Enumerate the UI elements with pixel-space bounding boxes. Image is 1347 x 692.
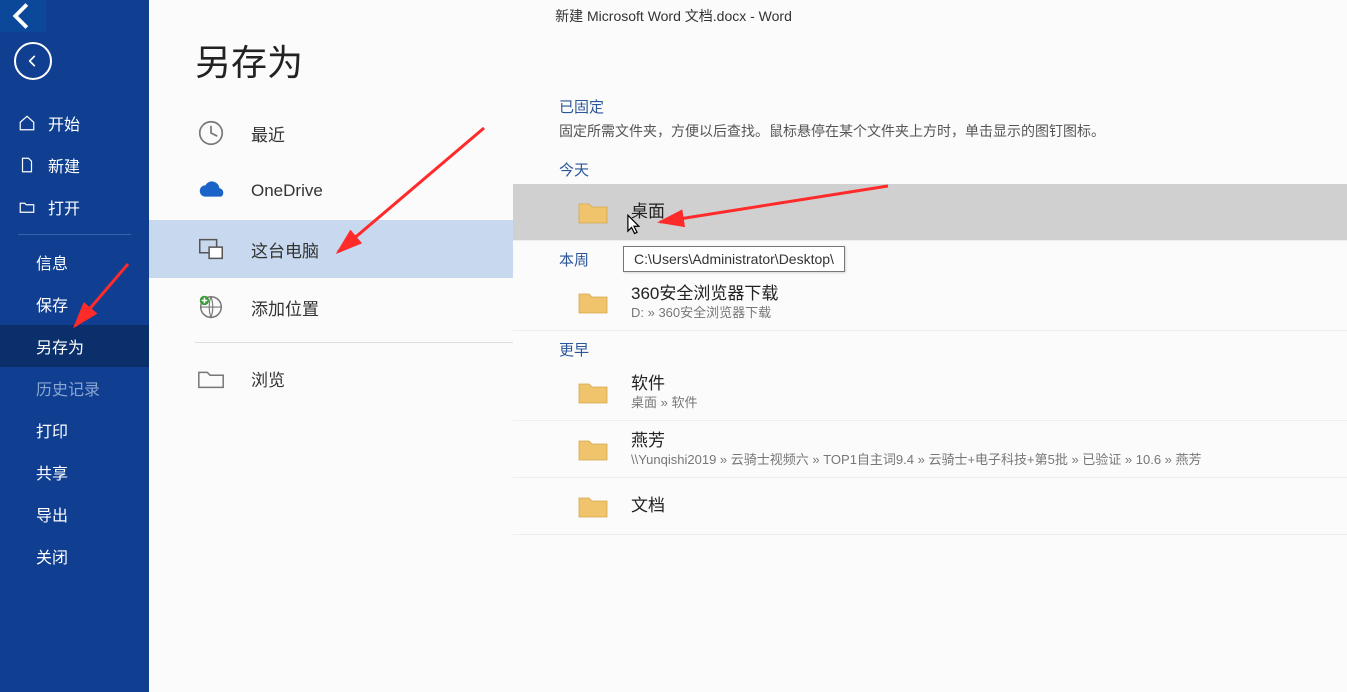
nav-label: 共享 (36, 460, 68, 484)
option-browse[interactable]: 浏览 (149, 349, 513, 407)
nav-label: 信息 (36, 250, 68, 274)
pinned-title: 已固定 (559, 96, 1347, 117)
nav-label: 历史记录 (36, 376, 100, 400)
group-label: 更早 (559, 339, 1347, 360)
globeplus-icon (195, 292, 227, 322)
nav-item-history: 历史记录 (0, 367, 149, 409)
nav-label: 保存 (36, 292, 68, 316)
folder-name: 桌面 (631, 201, 665, 223)
main-area: 另存为 最近 OneDrive 这台电脑添加位置浏览 已固定固定所需文件夹，方便以后… (149, 0, 1347, 692)
folder-icon (195, 363, 227, 393)
folder-icon (575, 492, 611, 520)
folder-name: 燕芳 (631, 430, 1202, 452)
title-bar: 新建 Microsoft Word 文档.docx - Word (0, 0, 1347, 32)
nav-item-close[interactable]: 关闭 (0, 535, 149, 577)
nav-item-new[interactable]: 新建 (0, 144, 149, 186)
folder-row[interactable]: 软件桌面 » 软件 (513, 364, 1347, 421)
option-label: 添加位置 (251, 295, 319, 320)
path-tooltip: C:\Users\Administrator\Desktop\ (623, 246, 845, 272)
clock-icon (195, 118, 227, 148)
folder-list: 已固定固定所需文件夹，方便以后查找。鼠标悬停在某个文件夹上方时，单击显示的图钉图… (513, 96, 1347, 535)
folder-icon (575, 288, 611, 316)
folder-name: 文档 (631, 495, 665, 517)
folder-row[interactable]: 燕芳\\Yunqishi2019 » 云骑士视频六 » TOP1自主词9.4 »… (513, 421, 1347, 478)
open-icon (18, 198, 36, 216)
folder-row[interactable]: 文档 (513, 478, 1347, 535)
cloud-icon (195, 176, 227, 206)
folder-path: 桌面 » 软件 (631, 395, 697, 412)
pinned-desc: 固定所需文件夹，方便以后查找。鼠标悬停在某个文件夹上方时，单击显示的图钉图标。 (559, 121, 1347, 141)
folder-path: \\Yunqishi2019 » 云骑士视频六 » TOP1自主词9.4 » 云… (631, 452, 1202, 469)
folder-icon (575, 435, 611, 463)
option-label: 浏览 (251, 366, 285, 391)
nav-item-export[interactable]: 导出 (0, 493, 149, 535)
nav-label: 打印 (36, 418, 68, 442)
folder-row[interactable]: 桌面 (513, 184, 1347, 241)
page-title: 另存为 (195, 34, 1347, 86)
home-icon (18, 114, 36, 132)
nav-label: 导出 (36, 502, 68, 526)
back-button[interactable] (14, 42, 52, 80)
folder-path: D: » 360安全浏览器下载 (631, 305, 778, 322)
nav-item-share[interactable]: 共享 (0, 451, 149, 493)
folder-icon (575, 378, 611, 406)
option-addplace[interactable]: 添加位置 (149, 278, 513, 336)
option-label: 最近 (251, 121, 285, 146)
folder-icon (575, 198, 611, 226)
folder-row[interactable]: 360安全浏览器下载D: » 360安全浏览器下载 (513, 274, 1347, 331)
nav-label: 打开 (48, 195, 80, 219)
nav-item-save[interactable]: 保存 (0, 283, 149, 325)
option-thispc[interactable]: 这台电脑 (149, 220, 513, 278)
nav-item-saveas[interactable]: 另存为 (0, 325, 149, 367)
pc-icon (195, 234, 227, 264)
option-onedrive[interactable]: OneDrive (149, 162, 513, 220)
new-icon (18, 156, 36, 174)
option-recent[interactable]: 最近 (149, 104, 513, 162)
nav-label: 关闭 (36, 544, 68, 568)
back-small-icon[interactable] (0, 0, 46, 32)
nav-label: 开始 (48, 111, 80, 135)
option-label: OneDrive (251, 181, 323, 201)
nav-label: 另存为 (36, 334, 84, 358)
window-title: 新建 Microsoft Word 文档.docx - Word (555, 6, 792, 26)
option-label: 这台电脑 (251, 237, 319, 262)
nav-label: 新建 (48, 153, 80, 177)
group-label: 今天 (559, 159, 1347, 180)
nav-item-print[interactable]: 打印 (0, 409, 149, 451)
backstage-sidebar: 开始新建打开信息保存另存为历史记录打印共享导出关闭 (0, 0, 149, 692)
location-options: 最近 OneDrive 这台电脑添加位置浏览 (149, 96, 513, 535)
nav-item-open[interactable]: 打开 (0, 186, 149, 228)
folder-name: 360安全浏览器下载 (631, 283, 778, 305)
nav-item-start[interactable]: 开始 (0, 102, 149, 144)
folder-name: 软件 (631, 373, 697, 395)
nav-item-info[interactable]: 信息 (0, 241, 149, 283)
